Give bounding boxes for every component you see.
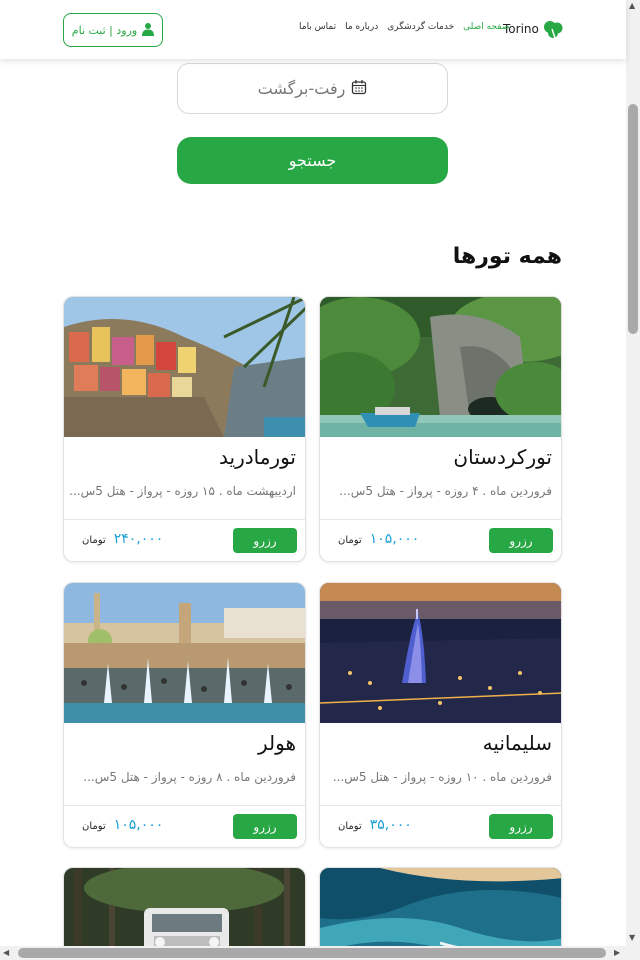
currency-label: تومان [338, 821, 362, 832]
site-header: Torino صفحه اصلی خدمات گردشگری درباره ما… [0, 0, 626, 59]
card-divider [320, 805, 561, 806]
nav-item-contact[interactable]: تماس باما [299, 22, 336, 32]
horizontal-scroll-thumb[interactable] [18, 948, 606, 958]
card-divider [64, 519, 305, 520]
price-block: تومان ۱۰۵,۰۰۰ [338, 531, 419, 547]
main-nav: صفحه اصلی خدمات گردشگری درباره ما تماس ب… [299, 22, 510, 32]
reserve-button[interactable]: رزرو [233, 814, 297, 839]
login-button[interactable]: ورود | ثبت نام [63, 13, 163, 47]
logo[interactable]: Torino [503, 18, 564, 40]
reserve-button[interactable]: رزرو [489, 814, 553, 839]
scroll-right-icon[interactable]: ▶ [614, 949, 620, 957]
calendar-icon [351, 79, 367, 99]
scroll-down-icon[interactable]: ▼ [629, 934, 635, 942]
tour-card[interactable]: هولر فروردین ماه . ۸ روزه - پرواز - هتل … [63, 582, 306, 848]
price-block: تومان ۱۰۵,۰۰۰ [82, 817, 163, 833]
price-block: تومان ۲۴۰,۰۰۰ [82, 531, 163, 547]
login-label: ورود | ثبت نام [71, 23, 138, 37]
currency-label: تومان [82, 535, 106, 546]
tour-card[interactable]: تورمادرید اردیبهشت ماه . ۱۵ روزه - پرواز… [63, 296, 306, 562]
logo-mark-icon [542, 18, 564, 40]
reserve-button[interactable]: رزرو [489, 528, 553, 553]
section-title: همه تورها [452, 244, 562, 269]
currency-label: تومان [82, 821, 106, 832]
tour-title: هولر [257, 731, 296, 755]
tour-title: تورمادرید [219, 445, 296, 469]
tour-description: فروردین ماه . ۱۰ روزه - پرواز - هتل 5س..… [332, 770, 552, 784]
coastal-village-image [64, 297, 305, 437]
tour-price: ۲۴۰,۰۰۰ [113, 531, 164, 547]
horizontal-scrollbar[interactable]: ◀ ▶ [0, 946, 640, 960]
nav-item-home[interactable]: صفحه اصلی [463, 22, 509, 32]
vertical-scrollbar[interactable]: ▲ ▼ [626, 0, 640, 946]
tour-card[interactable]: تورکردستان فروردین ماه . ۴ روزه - پرواز … [319, 296, 562, 562]
tour-price: ۳۵,۰۰۰ [369, 817, 412, 833]
tour-price: ۱۰۵,۰۰۰ [113, 817, 164, 833]
reserve-button[interactable]: رزرو [233, 528, 297, 553]
user-icon [142, 22, 155, 39]
tour-title: تورکردستان [453, 445, 552, 469]
tour-title: سلیمانیه [482, 731, 552, 755]
nav-item-about[interactable]: درباره ما [345, 22, 378, 32]
card-divider [64, 805, 305, 806]
date-range-field[interactable]: رفت-برگشت [177, 63, 448, 114]
currency-label: تومان [338, 535, 362, 546]
tour-description: فروردین ماه . ۴ روزه - پرواز - هتل 5س... [339, 484, 552, 498]
vertical-scroll-thumb[interactable] [628, 104, 638, 334]
tour-card[interactable]: سلیمانیه فروردین ماه . ۱۰ روزه - پرواز -… [319, 582, 562, 848]
cave-boat-image [320, 297, 561, 437]
tour-description: اردیبهشت ماه . ۱۵ روزه - پرواز - هتل 5س.… [70, 484, 296, 498]
fountain-square-image [64, 583, 305, 723]
scroll-left-icon[interactable]: ◀ [3, 949, 9, 957]
tour-price: ۱۰۵,۰۰۰ [369, 531, 420, 547]
search-button[interactable]: جستجو [177, 137, 448, 184]
tour-description: فروردین ماه . ۸ روزه - پرواز - هتل 5س... [83, 770, 296, 784]
card-divider [320, 519, 561, 520]
price-block: تومان ۳۵,۰۰۰ [338, 817, 412, 833]
nav-item-services[interactable]: خدمات گردشگری [387, 22, 454, 32]
scroll-up-icon[interactable]: ▲ [629, 2, 635, 10]
night-city-image [320, 583, 561, 723]
date-range-placeholder: رفت-برگشت [257, 79, 346, 98]
